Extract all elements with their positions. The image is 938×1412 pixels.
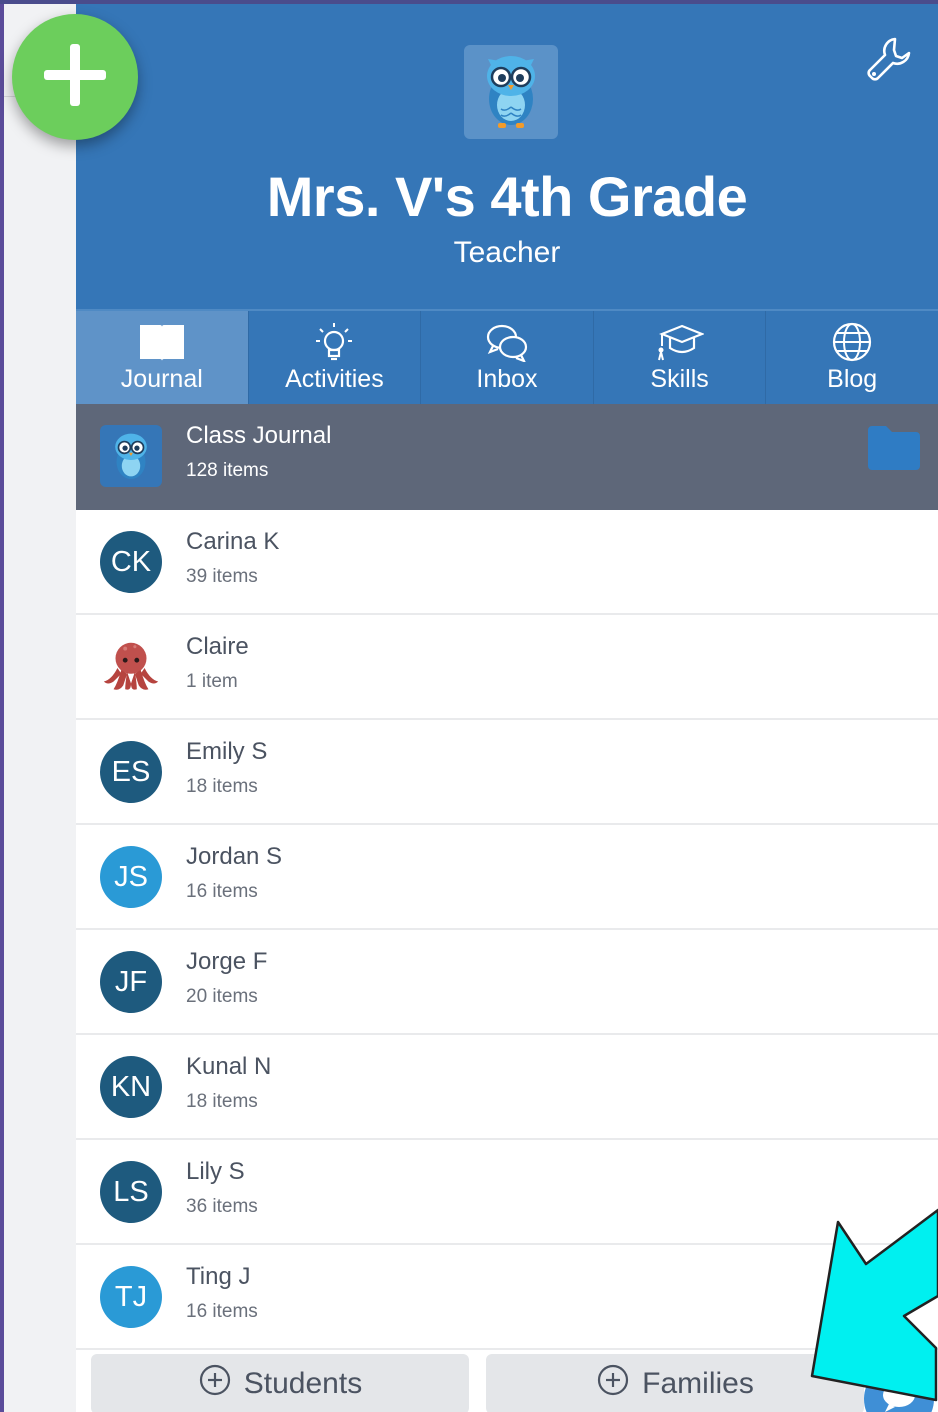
add-fab-button[interactable]	[12, 14, 138, 140]
row-name: Jorge F	[186, 948, 268, 975]
student-row-claire[interactable]: Claire 1 item	[76, 615, 938, 720]
student-row-kunal[interactable]: KN Kunal N 18 items	[76, 1035, 938, 1140]
row-count: 18 items	[186, 1091, 258, 1112]
annotation-arrow	[800, 1200, 938, 1412]
plus-circle-icon	[198, 1363, 232, 1405]
row-count: 128 items	[186, 460, 269, 481]
row-name: Class Journal	[186, 422, 332, 449]
tab-journal[interactable]: Journal	[76, 311, 249, 404]
row-count: 1 item	[186, 671, 238, 692]
chat-bubbles-icon	[485, 321, 529, 363]
class-title: Mrs. V's 4th Grade	[266, 165, 748, 228]
graduation-cap-icon	[656, 321, 704, 363]
book-icon	[138, 321, 186, 363]
row-name: Ting J	[186, 1263, 251, 1290]
left-sidebar-strip	[0, 4, 76, 1412]
octopus-icon	[100, 636, 162, 698]
avatar: ES	[100, 741, 162, 803]
row-name: Carina K	[186, 528, 280, 555]
plus-circle-icon	[596, 1363, 630, 1405]
settings-button[interactable]	[862, 34, 916, 88]
plus-icon	[40, 40, 110, 115]
row-name: Kunal N	[186, 1053, 272, 1080]
row-name: Lily S	[186, 1158, 245, 1185]
tab-skills[interactable]: Skills	[594, 311, 767, 404]
globe-icon	[831, 321, 873, 363]
class-header: Mrs. V's 4th Grade Teacher	[76, 4, 938, 309]
folder-icon[interactable]	[866, 422, 922, 477]
tab-inbox[interactable]: Inbox	[421, 311, 594, 404]
owl-icon	[480, 49, 542, 136]
owl-icon	[100, 425, 162, 487]
tab-label: Inbox	[476, 365, 538, 393]
row-count: 16 items	[186, 1301, 258, 1322]
row-name: Claire	[186, 633, 249, 660]
row-count: 16 items	[186, 881, 258, 902]
tab-activities[interactable]: Activities	[249, 311, 422, 404]
tab-label: Activities	[285, 365, 384, 393]
avatar: LS	[100, 1161, 162, 1223]
row-count: 36 items	[186, 1196, 258, 1217]
students-button-label: Students	[243, 1367, 363, 1400]
student-row-emily[interactable]: ES Emily S 18 items	[76, 720, 938, 825]
class-avatar[interactable]	[464, 45, 558, 139]
tab-bar: Journal Activities Inbox Skills Blog	[76, 309, 938, 404]
student-row-carina[interactable]: CK Carina K 39 items	[76, 510, 938, 615]
row-name: Emily S	[186, 738, 268, 765]
tab-label: Journal	[120, 365, 203, 393]
row-count: 20 items	[186, 986, 258, 1007]
student-row-jorge[interactable]: JF Jorge F 20 items	[76, 930, 938, 1035]
add-students-button[interactable]: Students	[91, 1354, 469, 1412]
class-journal-row[interactable]: Class Journal 128 items	[76, 404, 938, 510]
student-row-jordan[interactable]: JS Jordan S 16 items	[76, 825, 938, 930]
row-count: 18 items	[186, 776, 258, 797]
tab-blog[interactable]: Blog	[766, 311, 938, 404]
row-count: 39 items	[186, 566, 258, 587]
avatar: JF	[100, 951, 162, 1013]
tab-label: Blog	[827, 365, 878, 393]
families-button-label: Families	[642, 1367, 754, 1400]
row-name: Jordan S	[186, 843, 283, 870]
wrench-icon	[865, 35, 913, 88]
lightbulb-icon	[314, 321, 354, 363]
avatar: JS	[100, 846, 162, 908]
class-role: Teacher	[453, 236, 561, 269]
avatar: TJ	[100, 1266, 162, 1328]
avatar: CK	[100, 531, 162, 593]
avatar: KN	[100, 1056, 162, 1118]
tab-label: Skills	[650, 365, 709, 393]
